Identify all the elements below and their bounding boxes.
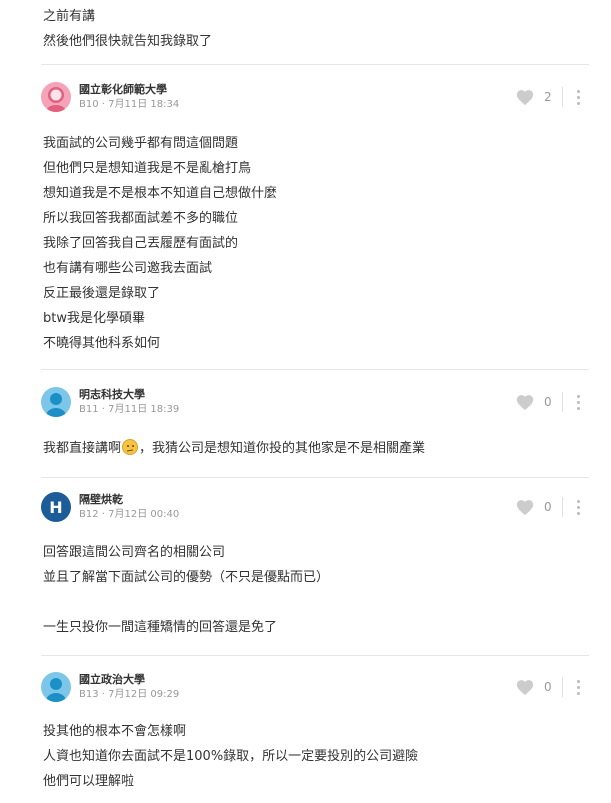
heart-icon[interactable]: [515, 393, 535, 411]
comment-line: 並且了解當下面試公司的優勢（不只是優點而已）: [43, 570, 330, 585]
more-vertical-icon[interactable]: [569, 497, 587, 517]
more-vertical-icon[interactable]: [569, 87, 587, 107]
comment-line: 一生只投你一間這種矯情的回答還是免了: [43, 620, 278, 635]
comment-line: 但他們只是想知道我是不是亂槍打鳥: [43, 161, 252, 176]
comment-floor-time: B13 · 7月12日 09:29: [79, 689, 180, 700]
comment-line: 我都直接講啊 ，我猜公司是想知道你投的其他家是不是相關產業: [43, 439, 426, 456]
comment-divider: [41, 477, 589, 478]
comment-line: btw我是化學碩畢: [43, 311, 145, 326]
like-count: 2: [544, 90, 552, 104]
comment-divider: [41, 655, 589, 656]
comment-line: [43, 590, 329, 615]
comment-line: 我面試的公司幾乎都有問這個問題: [43, 136, 239, 151]
comment-line: 然後他們很快就告知我錄取了: [43, 34, 213, 49]
like-count: 0: [544, 395, 552, 409]
comment-author[interactable]: 明志科技大學 B11 · 7月11日 18:39: [41, 385, 179, 419]
avatar-female-icon: [41, 82, 71, 112]
comment-author[interactable]: 國立政治大學 B13 · 7月12日 09:29: [41, 670, 179, 704]
like-count: 0: [544, 500, 552, 514]
comment-line: 反正最後還是錄取了: [43, 286, 161, 301]
like-count: 0: [544, 680, 552, 694]
action-divider: [562, 87, 563, 107]
thinking-face-icon: [122, 439, 139, 455]
comment-floor-time: B12 · 7月12日 00:40: [79, 509, 180, 520]
heart-icon[interactable]: [515, 498, 535, 516]
comment-actions: 0: [515, 677, 587, 697]
previous-comment-tail: 之前有講 然後他們很快就告知我錄取了: [43, 4, 212, 54]
avatar-male-icon: [41, 672, 71, 702]
comment-body: 投其他的根本不會怎樣啊 人資也知道你去面試不是100%錄取，所以一定要投別的公司…: [43, 719, 418, 794]
comment-line: 也有講有哪些公司邀我去面試: [43, 261, 213, 276]
comment-actions: 0: [515, 497, 587, 517]
comment-actions: 2: [515, 87, 587, 107]
author-school[interactable]: 國立政治大學: [79, 672, 179, 687]
comment-body: 我面試的公司幾乎都有問這個問題 但他們只是想知道我是不是亂槍打鳥 想知道我是不是…: [43, 131, 277, 356]
comment-floor-time: B10 · 7月11日 18:34: [79, 99, 180, 110]
more-vertical-icon[interactable]: [569, 677, 587, 697]
comment-author[interactable]: 國立彰化師範大學 B10 · 7月11日 18:34: [41, 80, 179, 114]
comment-divider: [41, 64, 589, 65]
comment-line: 不曉得其他科系如何: [43, 336, 161, 351]
author-school[interactable]: 國立彰化師範大學: [79, 82, 179, 97]
heart-icon[interactable]: [515, 88, 535, 106]
author-school[interactable]: 隔壁烘乾: [79, 492, 179, 507]
action-divider: [562, 392, 563, 412]
comment-line: 投其他的根本不會怎樣啊: [43, 724, 187, 739]
author-school[interactable]: 明志科技大學: [79, 387, 179, 402]
comment-line: 我除了回答我自己丟履歷有面試的: [43, 236, 239, 251]
comment-author[interactable]: H 隔壁烘乾 B12 · 7月12日 00:40: [41, 490, 179, 524]
avatar-male-icon: [41, 387, 71, 417]
action-divider: [562, 497, 563, 517]
comment-body: 我都直接講啊 ，我猜公司是想知道你投的其他家是不是相關產業: [43, 436, 425, 461]
action-divider: [562, 677, 563, 697]
comment-body: 回答跟這間公司齊名的相關公司 並且了解當下面試公司的優勢（不只是優點而已） 一生…: [43, 540, 329, 640]
comment-line: 他們可以理解啦: [43, 774, 135, 789]
more-vertical-icon[interactable]: [569, 392, 587, 412]
comment-actions: 0: [515, 392, 587, 412]
comment-divider: [41, 369, 589, 370]
comment-line: 所以我回答我都面試差不多的職位: [43, 211, 239, 226]
comment-thread: 之前有講 然後他們很快就告知我錄取了 國立彰化師範大學 B10 · 7月11日 …: [0, 0, 611, 803]
avatar-letter-icon: H: [41, 492, 71, 522]
comment-line: 想知道我是不是根本不知道自己想做什麼: [43, 186, 278, 201]
comment-line: 之前有講: [43, 9, 96, 24]
heart-icon[interactable]: [515, 678, 535, 696]
comment-line: 人資也知道你去面試不是100%錄取，所以一定要投別的公司避險: [43, 749, 419, 764]
comment-floor-time: B11 · 7月11日 18:39: [79, 404, 180, 415]
comment-line: 回答跟這間公司齊名的相關公司: [43, 545, 226, 560]
